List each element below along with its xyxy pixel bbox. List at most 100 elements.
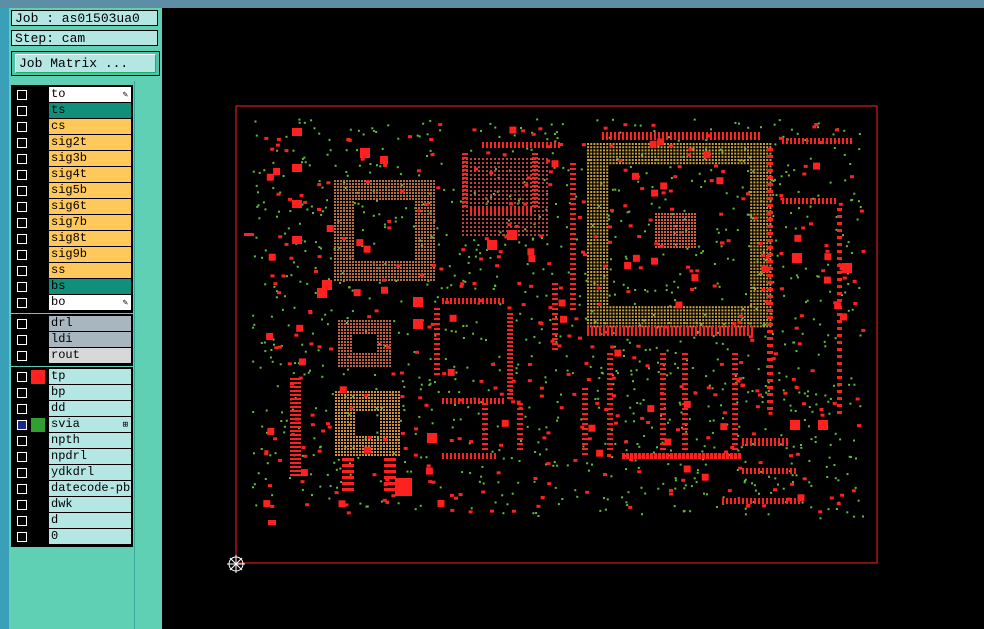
layer-checkbox[interactable] <box>17 170 27 180</box>
layer-row-to[interactable]: to ✎ <box>13 87 131 103</box>
layer-checkbox[interactable] <box>17 202 27 212</box>
layer-name[interactable]: bs <box>49 279 131 294</box>
layer-checkbox[interactable] <box>17 420 27 430</box>
layer-color-swatch[interactable] <box>31 402 45 416</box>
layer-name[interactable]: svia ⊞ <box>49 417 131 432</box>
layer-checkbox[interactable] <box>17 468 27 478</box>
layer-row-sig7b[interactable]: sig7b <box>13 215 131 231</box>
layer-list-scrollbar[interactable] <box>134 81 163 629</box>
layer-checkbox[interactable] <box>17 484 27 494</box>
layer-checkbox[interactable] <box>17 532 27 542</box>
layer-color-swatch[interactable] <box>31 434 45 448</box>
layer-color-swatch[interactable] <box>31 530 45 544</box>
layer-color-swatch[interactable] <box>31 216 45 230</box>
layer-name[interactable]: d <box>49 513 131 528</box>
layer-checkbox[interactable] <box>17 372 27 382</box>
layer-row-d[interactable]: d <box>13 513 131 529</box>
layer-checkbox[interactable] <box>17 154 27 164</box>
layer-color-swatch[interactable] <box>31 498 45 512</box>
layer-checkbox[interactable] <box>17 106 27 116</box>
layer-color-swatch[interactable] <box>31 466 45 480</box>
layer-color-swatch[interactable] <box>31 136 45 150</box>
layer-row-0[interactable]: 0 <box>13 529 131 545</box>
layer-row-ss[interactable]: ss <box>13 263 131 279</box>
layer-row-dwk[interactable]: dwk <box>13 497 131 513</box>
layer-name[interactable]: ldi <box>49 332 131 347</box>
job-matrix-label[interactable]: Job Matrix ... <box>15 54 156 73</box>
layer-checkbox[interactable] <box>17 122 27 132</box>
layer-checkbox[interactable] <box>17 516 27 526</box>
layer-row-sig3b[interactable]: sig3b <box>13 151 131 167</box>
layer-row-bs[interactable]: bs <box>13 279 131 295</box>
layer-name[interactable]: sig9b <box>49 247 131 262</box>
layer-color-swatch[interactable] <box>31 370 45 384</box>
layer-name[interactable]: 0 <box>49 529 131 544</box>
layer-row-tp[interactable]: tp <box>13 369 131 385</box>
layer-row-rout[interactable]: rout <box>13 348 131 364</box>
layer-name[interactable]: datecode-pbc <box>49 481 131 496</box>
layer-color-swatch[interactable] <box>31 280 45 294</box>
layer-color-swatch[interactable] <box>31 349 45 363</box>
layer-checkbox[interactable] <box>17 335 27 345</box>
layer-checkbox[interactable] <box>17 90 27 100</box>
layer-name[interactable]: tp <box>49 369 131 384</box>
layer-checkbox[interactable] <box>17 319 27 329</box>
layer-checkbox[interactable] <box>17 266 27 276</box>
layer-row-sig5b[interactable]: sig5b <box>13 183 131 199</box>
job-matrix-button[interactable]: Job Matrix ... <box>11 51 160 76</box>
layer-name[interactable]: ss <box>49 263 131 278</box>
layer-name[interactable]: cs <box>49 119 131 134</box>
layer-checkbox[interactable] <box>17 436 27 446</box>
layer-checkbox[interactable] <box>17 388 27 398</box>
layer-name[interactable]: sig6t <box>49 199 131 214</box>
layer-checkbox[interactable] <box>17 186 27 196</box>
layer-checkbox[interactable] <box>17 298 27 308</box>
layer-row-npth[interactable]: npth <box>13 433 131 449</box>
layer-name[interactable]: dd <box>49 401 131 416</box>
layer-row-sig2t[interactable]: sig2t <box>13 135 131 151</box>
layer-checkbox[interactable] <box>17 218 27 228</box>
layer-color-swatch[interactable] <box>31 88 45 102</box>
layer-checkbox[interactable] <box>17 452 27 462</box>
layer-name[interactable]: to ✎ <box>49 87 131 102</box>
layer-checkbox[interactable] <box>17 250 27 260</box>
layer-name[interactable]: bo ✎ <box>49 295 131 310</box>
layer-row-sig4t[interactable]: sig4t <box>13 167 131 183</box>
layer-row-bp[interactable]: bp <box>13 385 131 401</box>
layer-row-dd[interactable]: dd <box>13 401 131 417</box>
graphic-editor-canvas[interactable] <box>162 8 984 629</box>
layer-name[interactable]: sig7b <box>49 215 131 230</box>
layer-name[interactable]: dwk <box>49 497 131 512</box>
layer-color-swatch[interactable] <box>31 264 45 278</box>
layer-checkbox[interactable] <box>17 282 27 292</box>
layer-checkbox[interactable] <box>17 500 27 510</box>
layer-row-cs[interactable]: cs <box>13 119 131 135</box>
layer-color-swatch[interactable] <box>31 152 45 166</box>
layer-color-swatch[interactable] <box>31 120 45 134</box>
layer-color-swatch[interactable] <box>31 317 45 331</box>
layer-row-sig9b[interactable]: sig9b <box>13 247 131 263</box>
layer-color-swatch[interactable] <box>31 104 45 118</box>
layer-color-swatch[interactable] <box>31 248 45 262</box>
layer-name[interactable]: sig2t <box>49 135 131 150</box>
pcb-view[interactable] <box>162 8 984 629</box>
layer-name[interactable]: ydkdrl <box>49 465 131 480</box>
layer-checkbox[interactable] <box>17 138 27 148</box>
layer-color-swatch[interactable] <box>31 450 45 464</box>
layer-checkbox[interactable] <box>17 234 27 244</box>
layer-color-swatch[interactable] <box>31 418 45 432</box>
layer-color-swatch[interactable] <box>31 184 45 198</box>
layer-color-swatch[interactable] <box>31 482 45 496</box>
layer-name[interactable]: drl <box>49 316 131 331</box>
layer-color-swatch[interactable] <box>31 514 45 528</box>
layer-name[interactable]: sig4t <box>49 167 131 182</box>
layer-name[interactable]: npth <box>49 433 131 448</box>
layer-name[interactable]: sig3b <box>49 151 131 166</box>
layer-row-sig8t[interactable]: sig8t <box>13 231 131 247</box>
layer-checkbox[interactable] <box>17 404 27 414</box>
layer-color-swatch[interactable] <box>31 386 45 400</box>
layer-name[interactable]: sig8t <box>49 231 131 246</box>
layer-row-sig6t[interactable]: sig6t <box>13 199 131 215</box>
layer-row-ts[interactable]: ts <box>13 103 131 119</box>
layer-row-ldi[interactable]: ldi <box>13 332 131 348</box>
